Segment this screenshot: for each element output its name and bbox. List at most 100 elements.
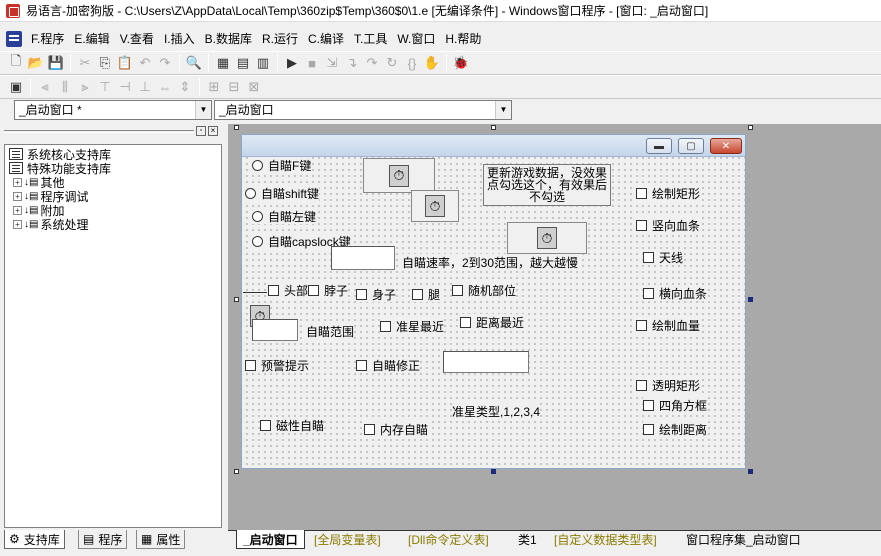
check-nearest-crosshair[interactable]: 准星最近	[380, 318, 445, 334]
braces-icon[interactable]: {}	[402, 53, 422, 73]
resize-handle[interactable]	[748, 297, 753, 302]
expand-icon[interactable]: +	[13, 205, 22, 215]
run-icon[interactable]: ▶	[282, 53, 302, 73]
expand-icon[interactable]: +	[13, 219, 22, 229]
check-random[interactable]: 随机部位	[452, 282, 517, 298]
menu-window[interactable]: W.窗口	[392, 29, 440, 49]
chevron-down-icon[interactable]: ▼	[195, 101, 211, 119]
update-data-button[interactable]: 更新游戏数据，没效果点勾选这个，有效果后不勾选	[483, 164, 611, 206]
new-file-icon[interactable]: 🗋	[6, 53, 26, 73]
tab-class1[interactable]: 类1	[512, 530, 543, 549]
layout-3-icon[interactable]: ▥	[253, 53, 273, 73]
event-combo[interactable]: _启动窗口 ▼	[214, 100, 512, 120]
check-leg[interactable]: 腿	[412, 286, 441, 302]
undo-icon[interactable]: ↶	[135, 53, 155, 73]
resize-handle[interactable]	[748, 125, 753, 130]
radio-aim-left[interactable]: 自瞄左键	[252, 208, 317, 224]
step-out-icon[interactable]: ↻	[382, 53, 402, 73]
check-transparent-rect[interactable]: 透明矩形	[636, 377, 701, 393]
crosshair-type-input[interactable]	[443, 351, 529, 373]
close-icon[interactable]: ✕	[710, 138, 742, 154]
menu-program[interactable]: F.程序	[26, 29, 69, 49]
check-magnet-aim[interactable]: 磁性自瞄	[260, 417, 325, 433]
check-vertical-bar[interactable]: 竖向血条	[636, 217, 701, 233]
check-draw-rect[interactable]: 绘制矩形	[636, 185, 701, 201]
radio-aim-shift[interactable]: 自瞄shift键	[245, 185, 320, 201]
tab-program[interactable]: ▤ 程序	[78, 530, 128, 549]
check-aim-correct[interactable]: 自瞄修正	[356, 357, 421, 373]
form-icon[interactable]: ▣	[6, 77, 26, 97]
menu-database[interactable]: B.数据库	[200, 29, 257, 49]
center-h-icon[interactable]: ⊞	[204, 77, 224, 97]
resize-handle[interactable]	[748, 469, 753, 474]
step-over-icon[interactable]: ↷	[362, 53, 382, 73]
tab-global-vars[interactable]: [全局变量表]	[308, 530, 387, 549]
menu-help[interactable]: H.帮助	[440, 29, 486, 49]
same-height-icon[interactable]: ⇕	[175, 77, 195, 97]
check-draw-hp[interactable]: 绘制血量	[636, 317, 701, 333]
minimize-icon[interactable]: ▬	[646, 138, 672, 154]
align-bottom-icon[interactable]: ⊥	[135, 77, 155, 97]
expand-icon[interactable]: +	[13, 191, 22, 201]
timer-control[interactable]: ⏱	[507, 222, 587, 254]
open-folder-icon[interactable]: 📂	[26, 53, 46, 73]
stop-icon[interactable]: ■	[302, 53, 322, 73]
check-antenna[interactable]: 天线	[643, 249, 684, 265]
same-width-icon[interactable]: ⇔	[155, 77, 175, 97]
radio-aim-f[interactable]: 自瞄F键	[252, 157, 312, 173]
menu-edit[interactable]: E.编辑	[69, 29, 114, 49]
object-combo[interactable]: _启动窗口 * ▼	[14, 100, 212, 120]
save-icon[interactable]: 💾	[46, 53, 66, 73]
menu-run[interactable]: R.运行	[257, 29, 303, 49]
menu-tools[interactable]: T.工具	[349, 29, 392, 49]
chevron-down-icon[interactable]: ▼	[495, 101, 511, 119]
align-top-icon[interactable]: ⊤	[95, 77, 115, 97]
tree-item-system[interactable]: + ↓▤ 系统处理	[13, 217, 88, 232]
close-icon[interactable]: ×	[208, 126, 218, 136]
layout-1-icon[interactable]: ▦	[213, 53, 233, 73]
debug-icon[interactable]: 🐞	[451, 53, 471, 73]
resize-handle[interactable]	[491, 469, 496, 474]
check-memory-aim[interactable]: 内存自瞄	[364, 421, 429, 437]
speed-input[interactable]	[331, 246, 395, 270]
menu-view[interactable]: V.查看	[115, 29, 159, 49]
restore-icon[interactable]: ▫	[196, 126, 206, 136]
paste-icon[interactable]: 📋	[115, 53, 135, 73]
check-horizontal-bar[interactable]: 横向血条	[643, 285, 708, 301]
timer-control[interactable]: ⏱	[363, 158, 435, 193]
grid-icon[interactable]: ⊠	[244, 77, 264, 97]
cut-icon[interactable]: ✂	[75, 53, 95, 73]
tab-properties[interactable]: ▦ 属性	[136, 530, 186, 549]
align-right-icon[interactable]: ⫸	[75, 77, 95, 97]
check-body[interactable]: 身子	[356, 286, 397, 302]
check-warning[interactable]: 预警提示	[245, 357, 310, 373]
check-nearest-distance[interactable]: 距离最近	[460, 314, 525, 330]
resize-handle[interactable]	[491, 125, 496, 130]
align-left-icon[interactable]: ⫷	[35, 77, 55, 97]
timer-control[interactable]: ⏱	[411, 190, 459, 222]
tab-dll-commands[interactable]: [Dll命令定义表]	[402, 530, 495, 549]
check-head[interactable]: 头部	[268, 282, 309, 298]
doc-icon[interactable]	[6, 31, 22, 47]
expand-icon[interactable]: +	[13, 177, 22, 187]
tab-startup-window[interactable]: _启动窗口	[236, 530, 305, 549]
check-draw-distance[interactable]: 绘制距离	[643, 421, 708, 437]
step-into-icon[interactable]: ↴	[342, 53, 362, 73]
menu-compile[interactable]: C.编译	[303, 29, 349, 49]
align-center-icon[interactable]: ⫼	[55, 77, 75, 97]
range-input[interactable]	[252, 319, 298, 341]
center-v-icon[interactable]: ⊟	[224, 77, 244, 97]
tab-window-assembly[interactable]: 窗口程序集_启动窗口	[680, 530, 807, 549]
hand-icon[interactable]: ✋	[422, 53, 442, 73]
resize-handle[interactable]	[234, 469, 239, 474]
menu-insert[interactable]: I.插入	[159, 29, 200, 49]
panel-grip[interactable]	[4, 130, 194, 133]
library-tree[interactable]: 系统核心支持库 特殊功能支持库 + ↓▤ 其他 + ↓▤ 程序调试 + ↓▤ 附加 + ↓▤ 系…	[4, 144, 222, 528]
maximize-icon[interactable]: ▢	[678, 138, 704, 154]
copy-icon[interactable]: ⎘	[95, 53, 115, 73]
step-icon[interactable]: ⇲	[322, 53, 342, 73]
tab-libraries[interactable]: ⚙ 支持库	[4, 530, 65, 549]
redo-icon[interactable]: ↷	[155, 53, 175, 73]
tab-custom-types[interactable]: [自定义数据类型表]	[548, 530, 663, 549]
check-neck[interactable]: 脖子	[308, 282, 349, 298]
